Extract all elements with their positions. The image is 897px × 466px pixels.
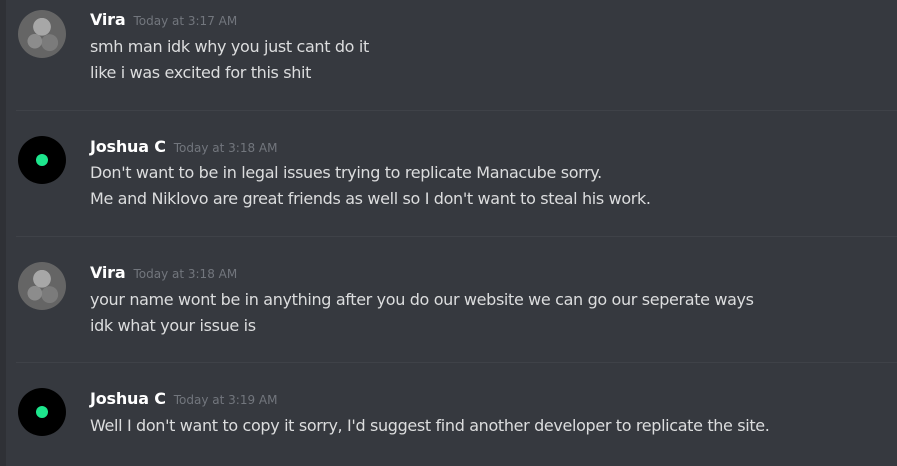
message-content: your name wont be in anything after you … <box>90 287 877 339</box>
username[interactable]: Joshua C <box>90 137 166 156</box>
message-line: Me and Niklovo are great friends as well… <box>90 189 651 208</box>
message-line: your name wont be in anything after you … <box>90 290 754 309</box>
message-content: Don't want to be in legal issues trying … <box>90 160 877 212</box>
message-list: Vira Today at 3:17 AM smh man idk why yo… <box>0 0 897 466</box>
message-header: Vira Today at 3:17 AM <box>90 10 237 29</box>
message-line: smh man idk why you just cant do it <box>90 37 369 56</box>
message-divider <box>16 110 897 111</box>
message-header: Vira Today at 3:18 AM <box>90 263 237 282</box>
message-divider <box>16 362 897 363</box>
timestamp: Today at 3:18 AM <box>133 267 238 281</box>
avatar[interactable] <box>18 388 66 436</box>
username[interactable]: Joshua C <box>90 389 166 408</box>
message-line: like i was excited for this shit <box>90 63 312 82</box>
message-content: smh man idk why you just cant do it like… <box>90 34 877 86</box>
message-line: Don't want to be in legal issues trying … <box>90 163 602 182</box>
avatar[interactable] <box>18 262 66 310</box>
status-dot-icon <box>36 406 48 418</box>
message-divider <box>16 236 897 237</box>
status-dot-icon <box>36 154 48 166</box>
message-header: Joshua C Today at 3:18 AM <box>90 137 277 156</box>
message-line: Well I don't want to copy it sorry, I'd … <box>90 416 770 435</box>
message-content: Well I don't want to copy it sorry, I'd … <box>90 413 877 439</box>
username[interactable]: Vira <box>90 263 126 282</box>
message-line: idk what your issue is <box>90 316 256 335</box>
timestamp: Today at 3:17 AM <box>133 14 238 28</box>
timestamp: Today at 3:18 AM <box>173 141 278 155</box>
avatar[interactable] <box>18 136 66 184</box>
message-header: Joshua C Today at 3:19 AM <box>90 389 277 408</box>
timestamp: Today at 3:19 AM <box>173 393 278 407</box>
avatar[interactable] <box>18 10 66 58</box>
username[interactable]: Vira <box>90 10 126 29</box>
